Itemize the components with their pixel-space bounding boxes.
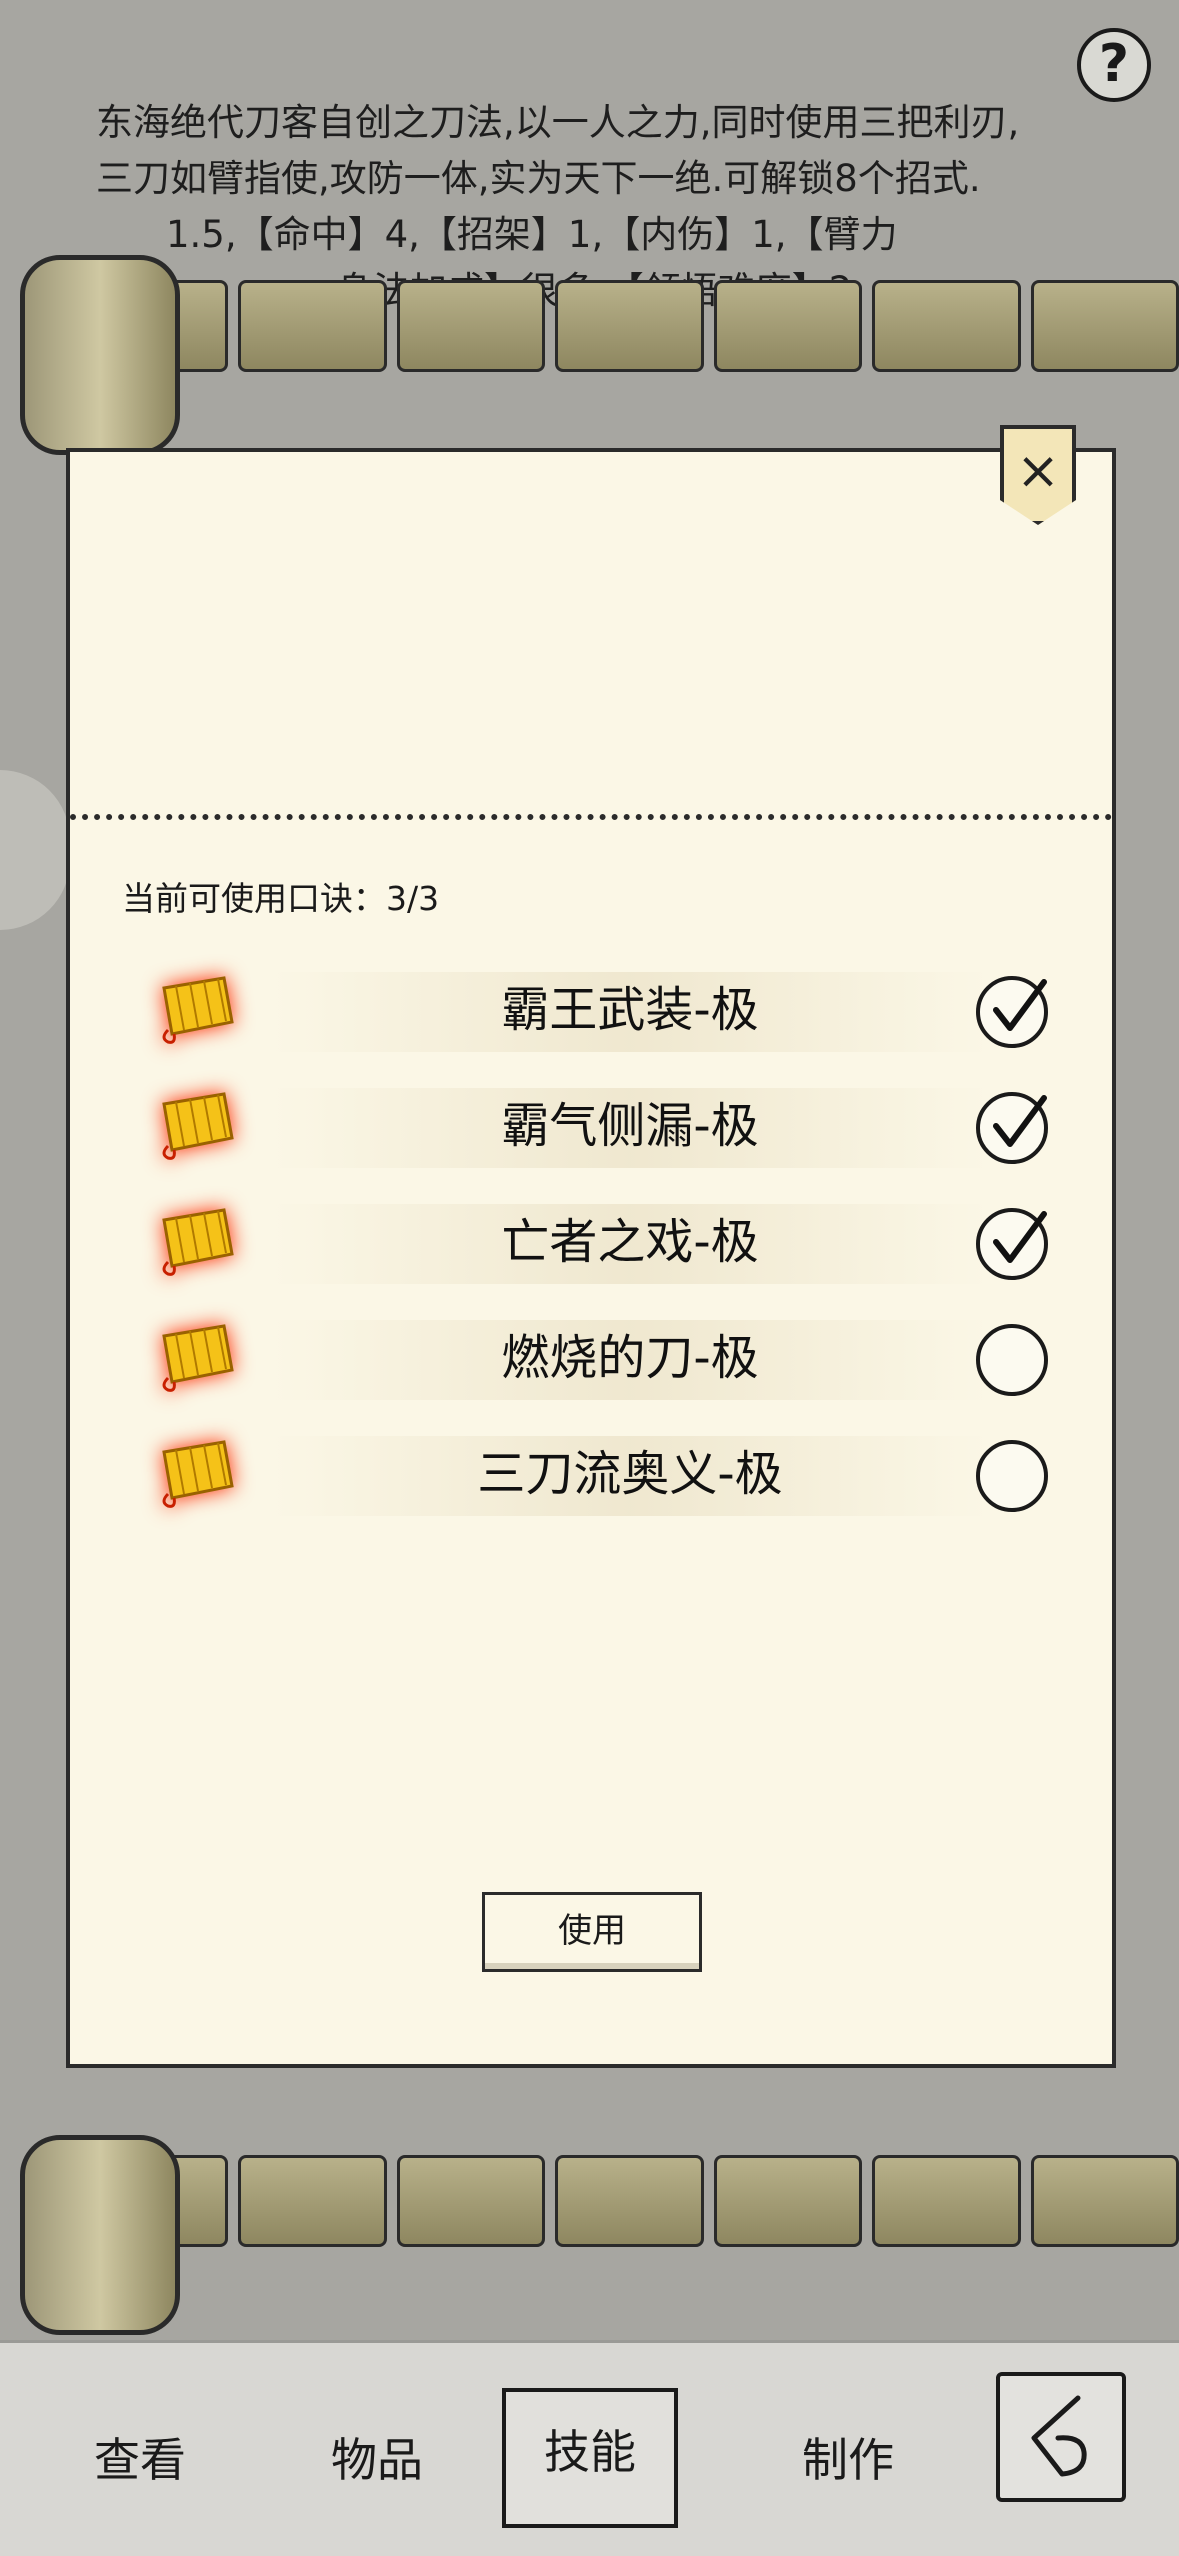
checked-circle-icon[interactable] [976,1208,1048,1280]
use-button[interactable]: 使用 [482,1892,702,1972]
skill-name: 霸王武装-极 [501,982,759,1038]
skill-row[interactable]: 霸王武装-极 [70,954,1120,1064]
scroll-roll-end-top [20,255,180,455]
scroll-roll-end-bottom [20,2135,180,2335]
back-arrow-icon [1031,2395,1087,2477]
checked-circle-icon[interactable] [976,976,1048,1048]
skill-row[interactable]: 亡者之戏-极 [70,1186,1120,1296]
skill-name: 燃烧的刀-极 [501,1330,759,1386]
bottom-nav: 查看 物品 技能 制作 [0,2340,1179,2556]
divider [70,814,1112,820]
skill-row[interactable]: 燃烧的刀-极 [70,1302,1120,1412]
checkmark-icon [993,1211,1047,1263]
tab-items[interactable]: 物品 [297,2400,457,2520]
stats-line-1: 1.5,【命中】4,【招架】1,【内伤】1,【臂力 [166,213,898,256]
scroll-icon [162,1208,234,1276]
empty-circle-icon[interactable] [976,1440,1048,1512]
checked-circle-icon[interactable] [976,1092,1048,1164]
skill-row[interactable]: 霸气侧漏-极 [70,1070,1120,1180]
scroll-rod-bottom [20,2155,1179,2247]
tab-skills[interactable]: 技能 [502,2388,678,2528]
scroll-icon [162,976,234,1044]
tab-view[interactable]: 查看 [60,2400,220,2520]
skill-formula-dialog: 当前可使用口诀：3/3 霸王武装-极 霸气侧漏-极 亡者之戏-极 燃烧的刀-极 三刀流奥… [66,448,1116,2068]
back-button[interactable] [996,2372,1126,2502]
skill-name: 亡者之戏-极 [501,1214,759,1270]
scroll-rod-top [20,280,1179,372]
checkmark-icon [993,979,1047,1031]
scroll-icon [162,1440,234,1508]
help-button[interactable]: ? [1077,28,1151,102]
skill-row[interactable]: 三刀流奥义-极 [70,1418,1120,1528]
scroll-icon [162,1092,234,1160]
skill-name: 霸气侧漏-极 [501,1098,759,1154]
skill-name: 三刀流奥义-极 [477,1446,783,1502]
tab-craft[interactable]: 制作 [768,2400,928,2520]
description-text: 东海绝代刀客自创之刀法,以一人之力,同时使用三把利刃,三刀如臂指使,攻防一体,实… [96,101,1020,200]
formula-count-label: 当前可使用口诀：3/3 [122,879,440,918]
empty-circle-icon[interactable] [976,1324,1048,1396]
checkmark-icon [993,1095,1047,1147]
scroll-icon [162,1324,234,1392]
